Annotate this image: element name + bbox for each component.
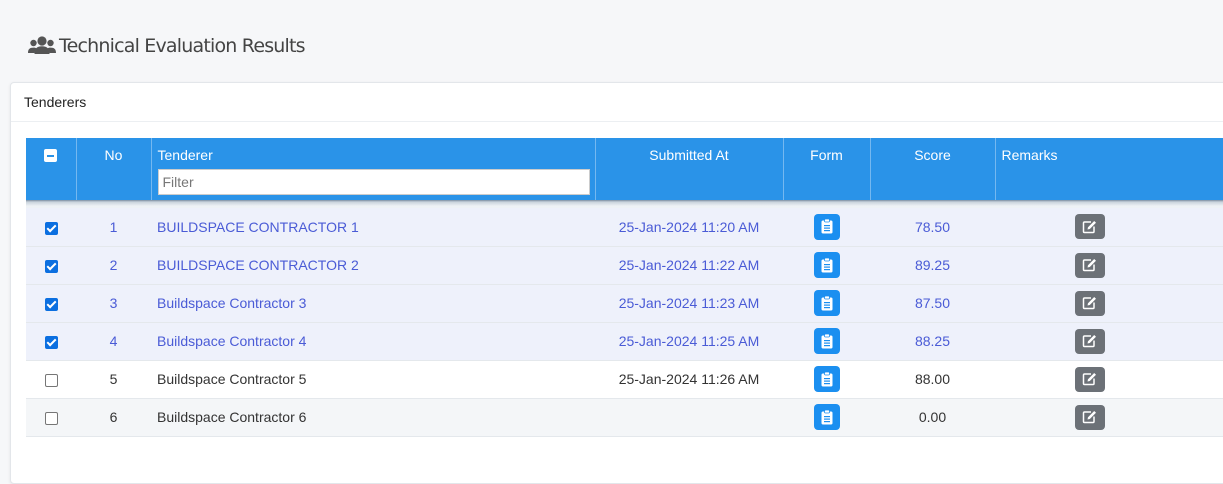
row-form-cell xyxy=(783,398,870,437)
row-score: 88.00 xyxy=(870,360,995,399)
page-title: Technical Evaluation Results xyxy=(59,35,306,57)
table-row[interactable]: 3 Buildspace Contractor 3 25-Jan-2024 11… xyxy=(26,284,1223,323)
header-shadow xyxy=(26,200,1223,208)
row-score: 78.50 xyxy=(870,208,995,247)
form-button[interactable] xyxy=(813,328,840,354)
row-remarks-cell xyxy=(995,322,1223,361)
tenderer-filter-input[interactable] xyxy=(157,169,590,195)
row-tenderer[interactable]: BUILDSPACE CONTRACTOR 1 xyxy=(151,208,595,247)
row-form-cell xyxy=(783,360,870,399)
row-select-cell xyxy=(26,322,76,361)
row-no: 3 xyxy=(76,284,151,323)
column-header-tenderer: Tenderer xyxy=(151,138,596,200)
column-header-form[interactable]: Form xyxy=(783,138,871,200)
row-checkbox[interactable] xyxy=(44,411,58,425)
row-select-cell xyxy=(26,208,76,247)
row-submitted-at: 25-Jan-2024 11:26 AM xyxy=(595,360,783,399)
form-button[interactable] xyxy=(813,366,840,392)
column-header-no[interactable]: No xyxy=(76,138,152,200)
row-form-cell xyxy=(783,246,870,285)
remarks-button[interactable] xyxy=(1074,214,1105,240)
row-select-cell xyxy=(26,398,76,437)
row-submitted-at: 25-Jan-2024 11:20 AM xyxy=(595,208,783,247)
edit-icon xyxy=(1082,335,1096,348)
table-header-row: No Tenderer Submitted At Form Score Rema… xyxy=(26,138,1223,200)
row-tenderer[interactable]: BUILDSPACE CONTRACTOR 2 xyxy=(151,246,595,285)
row-form-cell xyxy=(783,208,870,247)
row-submitted-at: 25-Jan-2024 11:22 AM xyxy=(595,246,783,285)
page-header: Technical Evaluation Results xyxy=(28,32,306,60)
tenderers-card: Tenderers No Tenderer Submitted At Form … xyxy=(10,82,1223,484)
clipboard-icon xyxy=(821,295,832,310)
row-no: 4 xyxy=(76,322,151,361)
row-remarks-cell xyxy=(995,208,1223,247)
row-tenderer[interactable]: Buildspace Contractor 3 xyxy=(151,284,595,323)
row-remarks-cell xyxy=(995,246,1223,285)
row-submitted-at: 25-Jan-2024 11:25 AM xyxy=(595,322,783,361)
clipboard-icon xyxy=(821,333,832,348)
column-header-remarks[interactable]: Remarks xyxy=(995,138,1223,200)
row-tenderer[interactable]: Buildspace Contractor 4 xyxy=(151,322,595,361)
row-score: 88.25 xyxy=(870,322,995,361)
form-button[interactable] xyxy=(813,213,840,240)
form-button[interactable] xyxy=(813,290,840,316)
row-score: 89.25 xyxy=(870,246,995,285)
card-title: Tenderers xyxy=(24,94,87,110)
row-submitted-at: 25-Jan-2024 11:23 AM xyxy=(595,284,783,323)
row-checkbox[interactable] xyxy=(44,221,58,235)
clipboard-icon xyxy=(821,219,832,234)
row-checkbox[interactable] xyxy=(44,373,58,387)
row-select-cell xyxy=(26,284,76,323)
row-tenderer[interactable]: Buildspace Contractor 6 xyxy=(151,398,595,437)
row-score: 87.50 xyxy=(870,284,995,323)
row-remarks-cell xyxy=(995,284,1223,323)
column-header-score[interactable]: Score xyxy=(870,138,996,200)
remarks-button[interactable] xyxy=(1074,290,1105,316)
row-no: 1 xyxy=(76,208,151,247)
form-button[interactable] xyxy=(813,252,840,278)
row-form-cell xyxy=(783,284,870,323)
remarks-button[interactable] xyxy=(1074,252,1105,278)
card-header: Tenderers xyxy=(11,83,1223,122)
table-row[interactable]: 6 Buildspace Contractor 6 0.00 xyxy=(26,398,1223,437)
row-checkbox[interactable] xyxy=(44,335,58,349)
clipboard-icon xyxy=(821,409,832,424)
remarks-button[interactable] xyxy=(1074,404,1105,430)
tenderers-table: No Tenderer Submitted At Form Score Rema… xyxy=(26,138,1223,437)
row-form-cell xyxy=(783,322,870,361)
table-row[interactable]: 4 Buildspace Contractor 4 25-Jan-2024 11… xyxy=(26,322,1223,361)
column-header-submitted-at[interactable]: Submitted At xyxy=(595,138,784,200)
column-header-select xyxy=(26,138,77,200)
row-checkbox[interactable] xyxy=(44,297,58,311)
table-row[interactable]: 2 BUILDSPACE CONTRACTOR 2 25-Jan-2024 11… xyxy=(26,246,1223,285)
row-submitted-at xyxy=(595,398,783,437)
row-remarks-cell xyxy=(995,398,1223,437)
edit-icon xyxy=(1082,373,1096,386)
select-all-checkbox[interactable] xyxy=(44,149,58,162)
row-checkbox[interactable] xyxy=(44,259,58,273)
remarks-button[interactable] xyxy=(1074,366,1105,392)
column-header-tenderer-label[interactable]: Tenderer xyxy=(158,147,213,163)
row-no: 2 xyxy=(76,246,151,285)
row-remarks-cell xyxy=(995,360,1223,399)
row-score: 0.00 xyxy=(870,398,995,437)
clipboard-icon xyxy=(821,371,832,386)
table-row[interactable]: 1 BUILDSPACE CONTRACTOR 1 25-Jan-2024 11… xyxy=(26,208,1223,247)
remarks-button[interactable] xyxy=(1074,328,1105,354)
row-select-cell xyxy=(26,360,76,399)
users-icon xyxy=(28,36,56,54)
edit-icon xyxy=(1082,411,1096,424)
row-no: 5 xyxy=(76,360,151,399)
row-no: 6 xyxy=(76,398,151,437)
edit-icon xyxy=(1082,297,1096,310)
row-select-cell xyxy=(26,246,76,285)
edit-icon xyxy=(1082,259,1096,272)
edit-icon xyxy=(1082,220,1096,233)
form-button[interactable] xyxy=(813,404,840,430)
row-tenderer[interactable]: Buildspace Contractor 5 xyxy=(151,360,595,399)
clipboard-icon xyxy=(821,257,832,272)
table-row[interactable]: 5 Buildspace Contractor 5 25-Jan-2024 11… xyxy=(26,360,1223,399)
